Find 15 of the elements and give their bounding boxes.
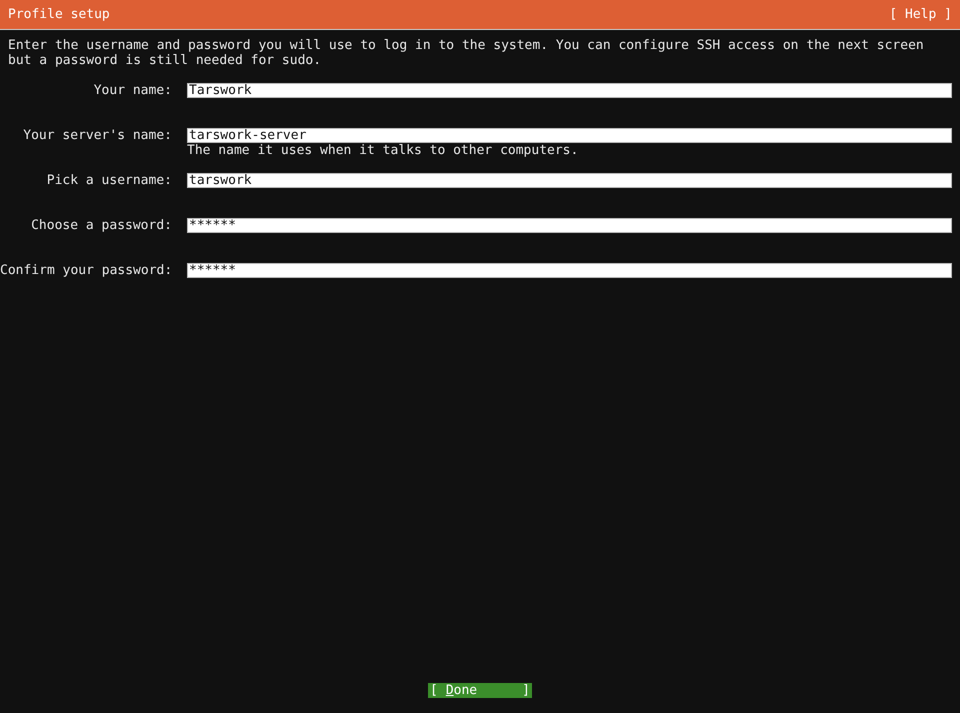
input-field[interactable]: tarswork-server — [187, 128, 952, 143]
field-label: Your name: — [92, 83, 172, 98]
input-field[interactable]: ****** — [187, 218, 952, 233]
input-field[interactable]: ****** — [187, 263, 952, 278]
input-field[interactable]: Tarswork — [187, 83, 952, 98]
done-button[interactable]: [ Done ] — [428, 683, 532, 698]
field-label: Your server's name: — [22, 128, 172, 145]
field-label: Choose a password: — [30, 218, 172, 233]
intro-text: Enter the username and password you will use to log in to the system. You can configure SSH access on the next screen but a password is still needed for sudo. — [7, 37, 925, 68]
field-label: Confirm your password: — [0, 263, 172, 278]
screen-title: Profile setup — [8, 7, 110, 22]
input-field[interactable]: tarswork — [187, 173, 952, 188]
field-label: Pick a username: — [46, 173, 172, 188]
field-hint: The name it uses when it talks to other computers. — [187, 143, 580, 158]
help-button[interactable]: [ Help ] — [889, 7, 952, 22]
